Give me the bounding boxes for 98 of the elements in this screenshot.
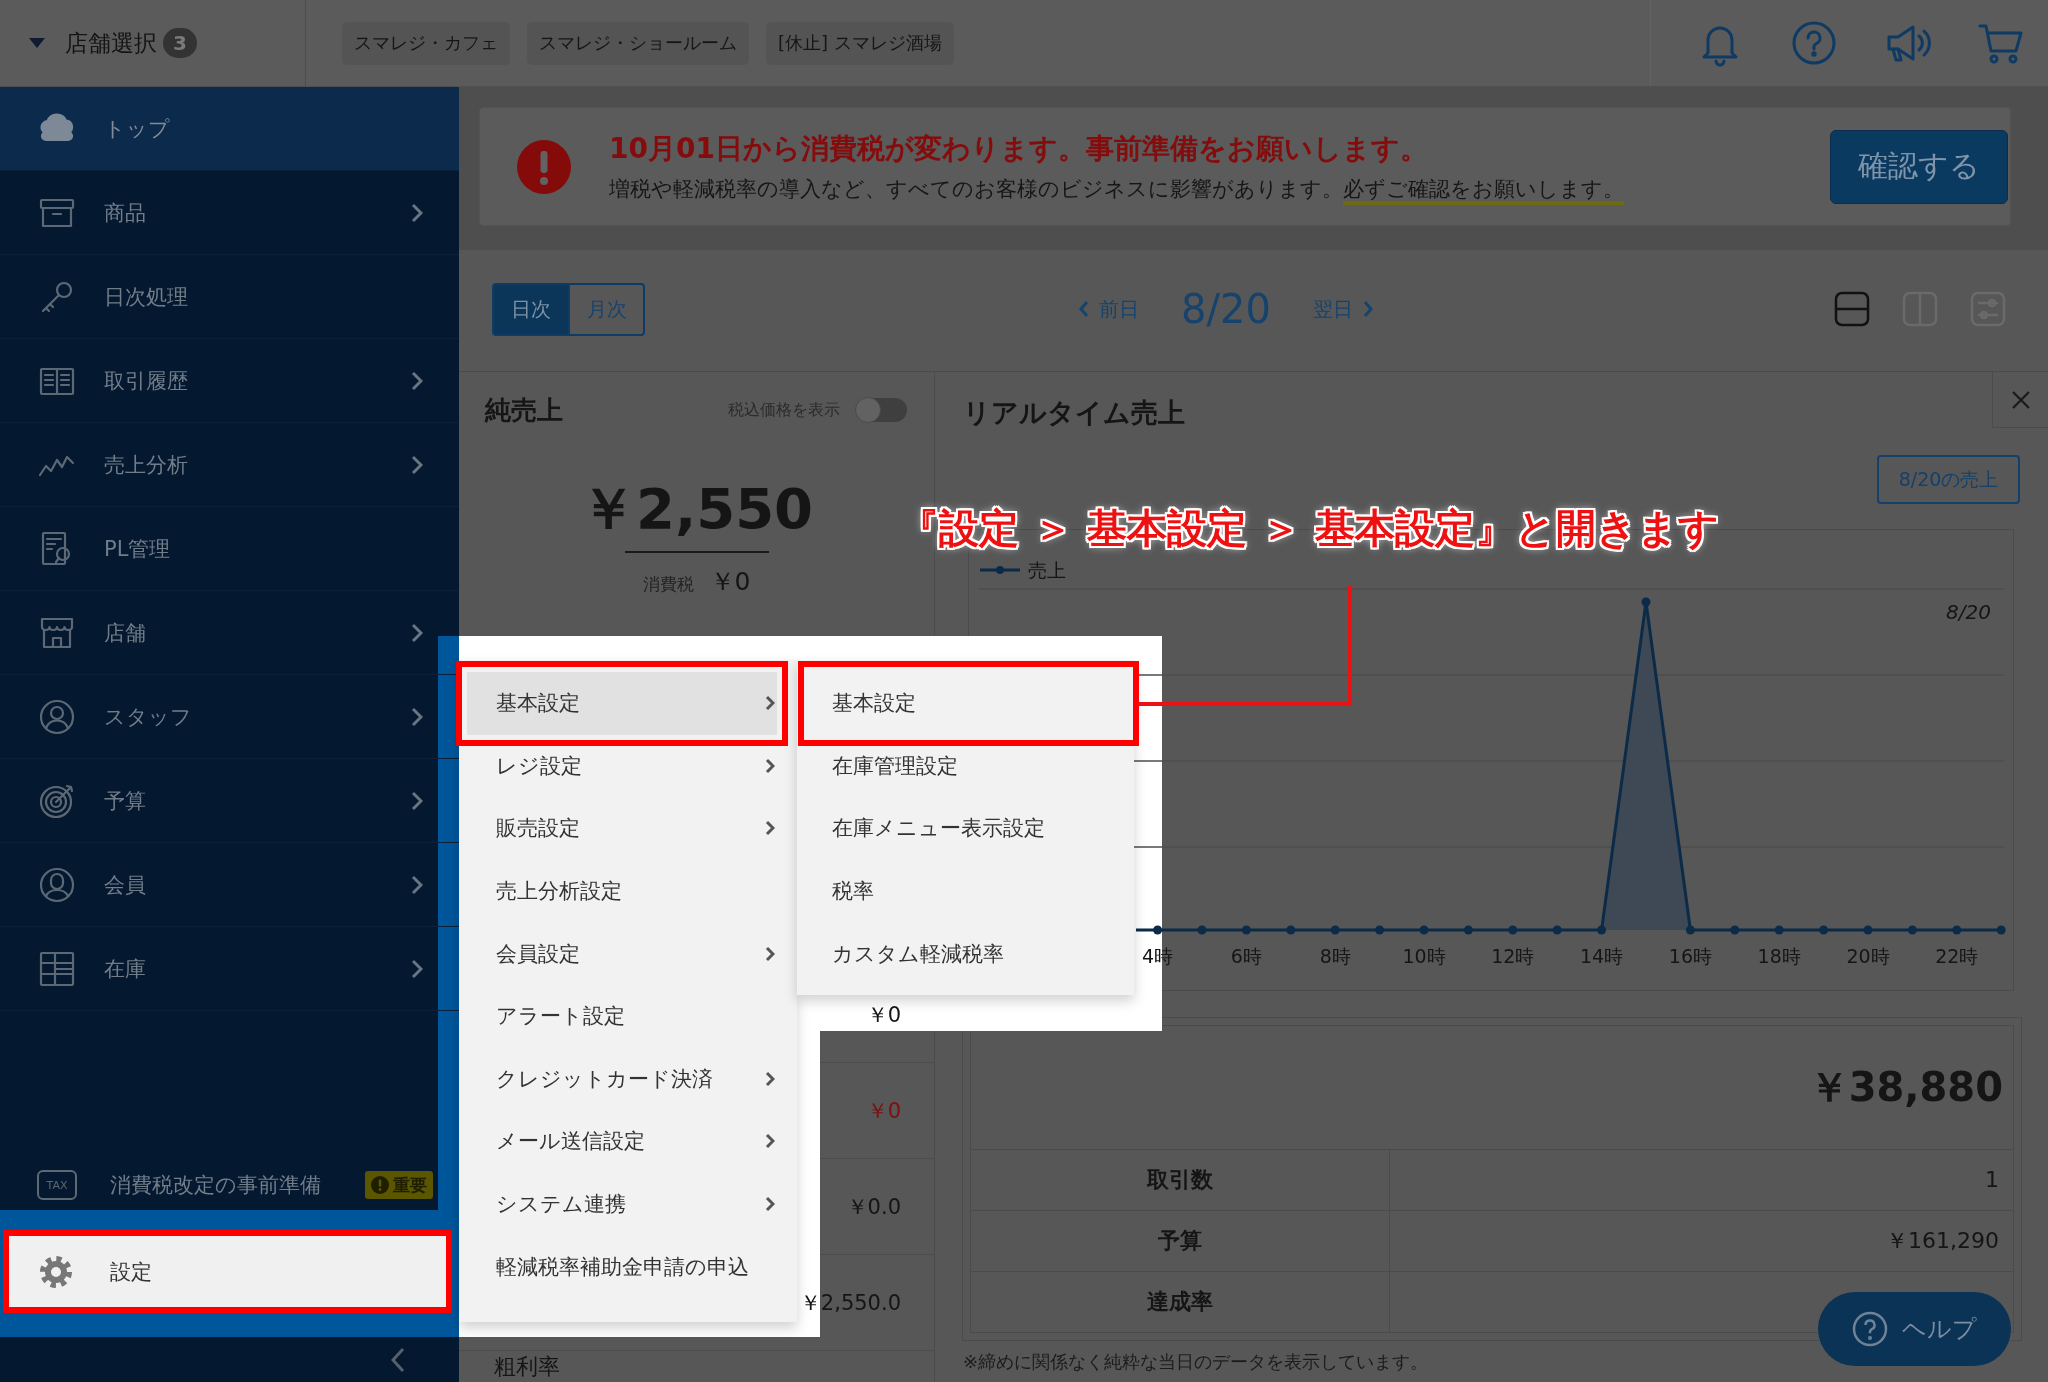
sidebar-item[interactable]: 設定 [3, 1230, 452, 1313]
confirm-button[interactable]: 確認する [1830, 129, 2008, 204]
menu-item[interactable]: 在庫メニュー表示設定 [797, 797, 1134, 860]
table-header-cell: 達成率 [971, 1271, 1389, 1332]
period-tab[interactable]: 日次 [492, 282, 570, 336]
data-point [1330, 925, 1340, 935]
table-cell: ￥161,290 [1389, 1210, 2013, 1271]
tax-icon: TAX [37, 1170, 77, 1200]
sidebar-item[interactable]: 日次処理 [0, 255, 459, 339]
sales-total: ￥2,550 [579, 475, 814, 543]
table-header-cell: 予算 [971, 1210, 1389, 1271]
table-header-cell: 取引数 [971, 1149, 1389, 1210]
row-label: 粗利率 [494, 1353, 560, 1381]
store-tab[interactable]: スマレジ・カフェ [342, 21, 510, 65]
data-point [1508, 925, 1518, 935]
axis-label: 18時 [1757, 945, 1801, 967]
summary-total: ￥38,880 [1807, 1062, 2004, 1112]
annotation-text: 『設定 ＞ 基本設定 ＞ 基本設定』と開きます [899, 504, 1719, 553]
amount-value: ￥2,550.0 [799, 1289, 901, 1317]
chart-date-label: 8/20 [1946, 600, 1991, 624]
axis-label: 22時 [1935, 945, 1979, 967]
table-cell: 1 [1389, 1149, 2013, 1210]
sidebar-item[interactable]: PL管理 [0, 507, 459, 591]
legend-label: 売上 [1028, 558, 1066, 582]
menu-item[interactable]: 販売設定 [459, 797, 797, 860]
menu-item[interactable]: 売上分析設定 [459, 859, 797, 923]
panel-title: 純売上 [485, 393, 563, 427]
data-point [1952, 925, 1962, 935]
split-rows-icon[interactable] [1834, 291, 1870, 327]
data-point [1419, 925, 1429, 935]
data-point [1241, 925, 1251, 935]
store-selector[interactable]: 店舗選択 3 [0, 0, 306, 86]
axis-label: 12時 [1491, 945, 1535, 967]
axis-label: 16時 [1668, 945, 1712, 967]
data-point [1375, 925, 1385, 935]
menu-item[interactable]: クレジットカード決済 [459, 1047, 797, 1111]
sidebar-item[interactable]: 商品 [0, 171, 459, 255]
chevron-right-icon [1362, 300, 1373, 318]
axis-label: 10時 [1402, 945, 1446, 967]
data-point [1286, 925, 1296, 935]
menu-item[interactable]: カスタム軽減税率 [797, 922, 1134, 985]
tax-value: ￥0 [709, 566, 751, 598]
axis-label: 20時 [1846, 945, 1890, 967]
menu-item[interactable]: 軽減税率補助金申請の申込 [459, 1235, 797, 1298]
amount-value: ￥0 [866, 1097, 901, 1125]
data-point [1463, 925, 1473, 935]
chevron-left-icon[interactable] [391, 1346, 405, 1373]
menu-item[interactable]: アラート設定 [459, 984, 797, 1048]
data-point [1907, 925, 1917, 935]
menu-item[interactable]: 税率 [797, 859, 1134, 923]
panel-title: リアルタイム売上 [963, 396, 1185, 430]
data-point [1597, 925, 1607, 935]
data-point [1552, 925, 1562, 935]
tax-toggle[interactable] [856, 398, 907, 422]
store-tab[interactable]: [休止] スマレジ酒場 [766, 21, 954, 65]
notice-highlight-text: 必ずご確認をお願いします。 [1343, 176, 1624, 205]
alert-icon [371, 1176, 389, 1194]
help-button[interactable]: ヘルプ [1818, 1292, 2011, 1366]
legend-marker-icon [980, 564, 1020, 576]
data-point [1774, 925, 1784, 935]
date-label: 8/20 [1181, 286, 1271, 332]
data-point [1685, 925, 1695, 935]
close-icon [2010, 389, 2031, 410]
badge-label: 重要 [393, 1173, 427, 1197]
sidebar-item[interactable]: 在庫 [0, 927, 459, 1011]
sidebar-item[interactable]: 会員 [0, 843, 459, 927]
sidebar-item[interactable]: トップ [0, 87, 459, 171]
notice-text: 増税や軽減税率の導入など、すべてのお客様のビジネスに影響があります。 [609, 176, 1343, 201]
data-point [1197, 925, 1207, 935]
sidebar-item[interactable]: TAX 消費税改定の事前準備 重要 [0, 1160, 459, 1210]
data-point [1863, 925, 1873, 935]
axis-label: 8時 [1319, 945, 1351, 967]
menu-item[interactable]: 基本設定 [456, 661, 788, 746]
menu-item[interactable]: システム連携 [459, 1172, 797, 1236]
close-button[interactable] [1992, 372, 2048, 428]
axis-label: 14時 [1580, 945, 1624, 967]
menu-item[interactable]: 会員設定 [459, 922, 797, 985]
settings-icon [39, 1254, 73, 1289]
data-point [1641, 597, 1651, 607]
count-badge: 3 [163, 28, 197, 58]
data-point [1996, 925, 2006, 935]
help-icon [1852, 1311, 1888, 1347]
help-icon[interactable] [1790, 19, 1838, 67]
axis-label: 6時 [1230, 945, 1262, 967]
data-point [1730, 925, 1740, 935]
amount-value: ￥0.0 [846, 1193, 901, 1221]
menu-item[interactable]: 基本設定 [798, 661, 1139, 746]
data-point [1819, 925, 1829, 935]
data-point [1153, 925, 1163, 935]
caret-down-icon [29, 38, 45, 48]
notice-title: 10月01日から消費税が変わります。事前準備をお願いします。 [609, 130, 1429, 167]
sidebar-item[interactable]: 予算 [0, 759, 459, 843]
menu-item[interactable]: メール送信設定 [459, 1110, 797, 1173]
alert-icon [517, 139, 571, 194]
sidebar-item[interactable]: 取引履歴 [0, 339, 459, 423]
amount-value: ￥0 [866, 1001, 901, 1029]
chevron-left-icon [1079, 300, 1089, 318]
footnote-text: ※締めに関係なく純粋な当日のデータを表示しています。 [962, 1350, 1430, 1374]
